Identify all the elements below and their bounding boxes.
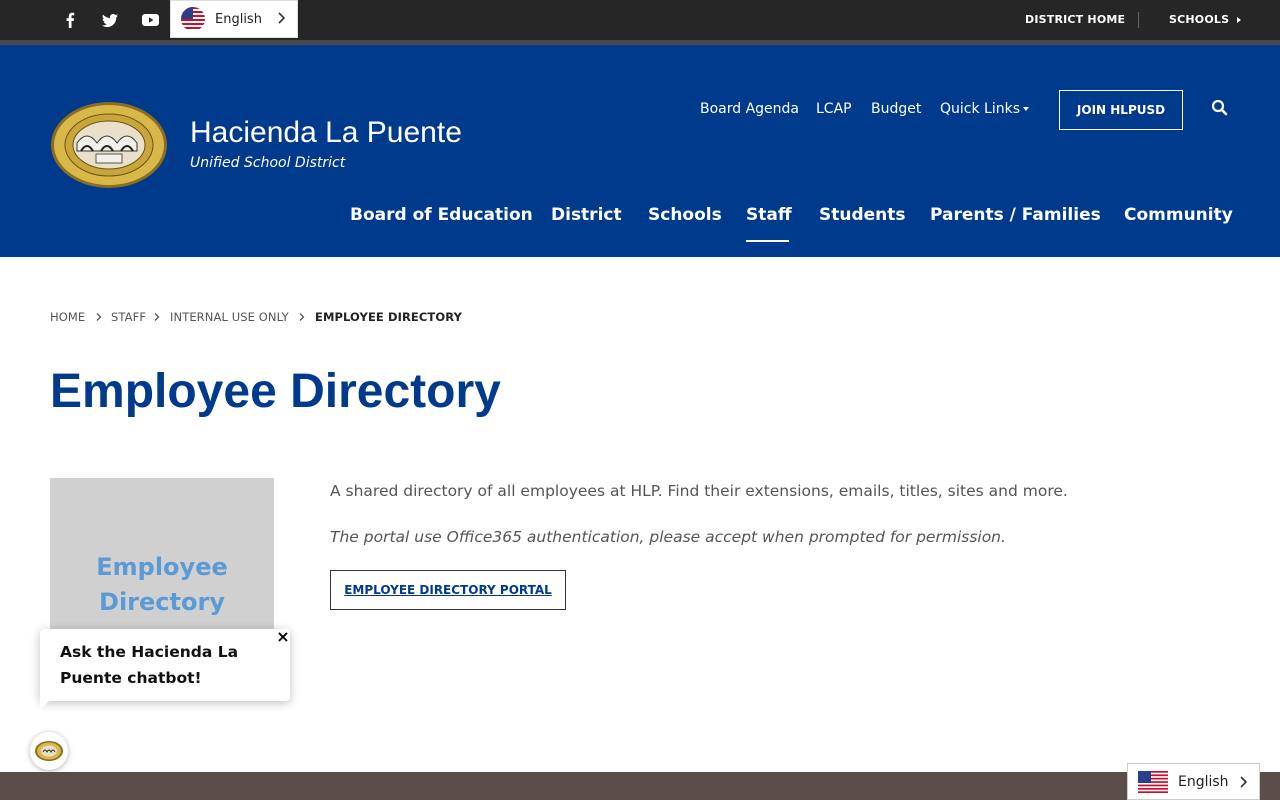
nav-community[interactable]: Community (1124, 205, 1233, 225)
directory-description: A shared directory of all employees at H… (330, 482, 1068, 500)
breadcrumb-home[interactable]: HOME (50, 310, 85, 324)
site-subtitle: Unified School District (190, 155, 346, 171)
footer-strip (0, 772, 1280, 800)
site-header (0, 45, 1280, 257)
search-icon[interactable] (1211, 99, 1229, 117)
schools-dropdown[interactable]: SCHOOLS (1169, 13, 1242, 26)
district-home-link[interactable]: DISTRICT HOME (1025, 13, 1125, 26)
schools-label: SCHOOLS (1169, 13, 1230, 26)
us-flag-icon (1138, 770, 1168, 793)
quick-links-dropdown[interactable]: Quick Links (940, 101, 1030, 117)
page-title: Employee Directory (50, 365, 501, 418)
nav-district[interactable]: District (551, 205, 622, 225)
facebook-icon[interactable] (56, 0, 84, 40)
us-flag-icon (181, 7, 205, 31)
budget-link[interactable]: Budget (871, 101, 921, 117)
breadcrumb-current: EMPLOYEE DIRECTORY (315, 310, 463, 324)
nav-schools[interactable]: Schools (648, 205, 722, 225)
lcap-link[interactable]: LCAP (816, 101, 852, 117)
nav-staff[interactable]: Staff (746, 205, 792, 225)
quick-links-label: Quick Links (940, 101, 1021, 117)
district-seal-logo[interactable] (50, 101, 168, 189)
chevron-right-icon (299, 313, 305, 321)
chevron-right-icon (1240, 776, 1247, 788)
caret-down-icon (1023, 107, 1030, 111)
nav-parents-families[interactable]: Parents / Families (930, 205, 1101, 225)
nav-students[interactable]: Students (819, 205, 906, 225)
chevron-right-icon (278, 12, 285, 24)
thumbnail-line-2: Directory (99, 588, 225, 616)
language-selector-bottom[interactable]: English (1127, 763, 1260, 800)
board-agenda-link[interactable]: Board Agenda (700, 101, 799, 117)
join-hlpusd-button[interactable]: JOIN HLPUSD (1059, 90, 1183, 130)
language-selector-top[interactable]: English (170, 0, 298, 38)
employee-directory-portal-button[interactable]: EMPLOYEE DIRECTORY PORTAL (330, 570, 566, 610)
caret-right-icon (1237, 17, 1242, 23)
chatbot-launcher-button[interactable] (30, 732, 68, 770)
chevron-right-icon (96, 313, 102, 321)
breadcrumb-staff[interactable]: STAFF (111, 310, 146, 324)
thumbnail-text: Employee Directory (50, 550, 274, 620)
district-seal-icon (35, 741, 63, 761)
chatbot-prompt-text: Ask the Hacienda La Puente chatbot! (60, 643, 239, 687)
breadcrumb-internal-use-only[interactable]: INTERNAL USE ONLY (170, 310, 289, 324)
youtube-icon[interactable] (136, 0, 164, 40)
authentication-note: The portal use Office365 authentication,… (330, 528, 1006, 546)
chevron-right-icon (154, 313, 160, 321)
language-label: English (215, 11, 262, 27)
close-icon[interactable]: × (275, 629, 291, 645)
utility-separator (1138, 12, 1139, 28)
thumbnail-line-1: Employee (96, 553, 228, 581)
twitter-icon[interactable] (96, 0, 124, 40)
language-label: English (1178, 773, 1229, 790)
active-nav-indicator (746, 240, 789, 242)
chatbot-bubble-tail (40, 696, 54, 710)
portal-button-label: EMPLOYEE DIRECTORY PORTAL (344, 583, 552, 597)
site-title[interactable]: Hacienda La Puente (190, 116, 462, 150)
nav-board-of-education[interactable]: Board of Education (350, 205, 533, 225)
